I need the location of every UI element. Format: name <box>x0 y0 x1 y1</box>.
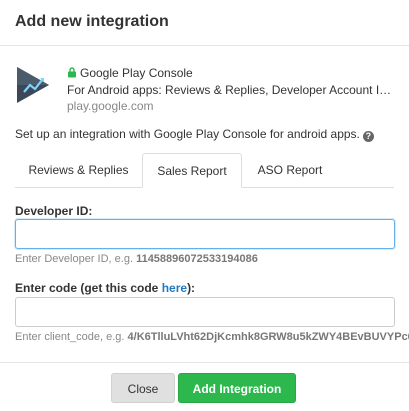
app-name: Google Play Console <box>80 66 193 80</box>
tab-sales-report[interactable]: Sales Report <box>142 153 242 188</box>
get-code-link[interactable]: here <box>162 281 187 295</box>
setup-description: Set up an integration with Google Play C… <box>15 127 374 142</box>
dialog-footer: Close Add Integration <box>0 362 409 411</box>
developer-id-input[interactable] <box>15 219 395 249</box>
help-icon[interactable]: ? <box>362 131 374 142</box>
app-description: For Android apps: Reviews & Replies, Dev… <box>67 83 399 97</box>
dialog-title: Add new integration <box>15 13 169 30</box>
tab-reviews-replies[interactable]: Reviews & Replies <box>15 153 142 188</box>
code-label: Enter code (get this code here): <box>15 281 195 295</box>
dialog-header: Add new integration <box>0 0 409 46</box>
app-name-row: Google Play Console <box>67 66 193 80</box>
add-integration-button[interactable]: Add Integration <box>178 373 296 403</box>
developer-id-hint-text: Enter Developer ID, e.g. <box>15 253 137 265</box>
lock-icon <box>68 67 76 78</box>
code-hint: Enter client_code, e.g. 4/K6TlluLVht62Dj… <box>15 331 409 343</box>
code-hint-example: 4/K6TlluLVht62DjKcmhk8GRW8u5kZWY4BEvBUVY… <box>127 331 409 343</box>
code-label-suffix: ): <box>187 281 196 295</box>
tab-aso-report[interactable]: ASO Report <box>242 153 338 188</box>
google-play-console-logo-icon <box>17 67 49 103</box>
app-url: play.google.com <box>67 99 154 113</box>
code-label-text: Enter code (get this code <box>15 281 162 295</box>
developer-id-hint: Enter Developer ID, e.g. 114588960725331… <box>15 253 258 265</box>
developer-id-hint-example: 11458896072533194086 <box>136 253 258 265</box>
tab-bar: Reviews & Replies Sales Report ASO Repor… <box>15 153 394 188</box>
close-button[interactable]: Close <box>111 373 175 403</box>
code-input[interactable] <box>15 297 395 327</box>
code-hint-text: Enter client_code, e.g. <box>15 331 128 343</box>
developer-id-label: Developer ID: <box>15 204 93 218</box>
setup-text: Set up an integration with Google Play C… <box>15 127 360 141</box>
app-info: Google Play Console For Android apps: Re… <box>15 63 399 113</box>
